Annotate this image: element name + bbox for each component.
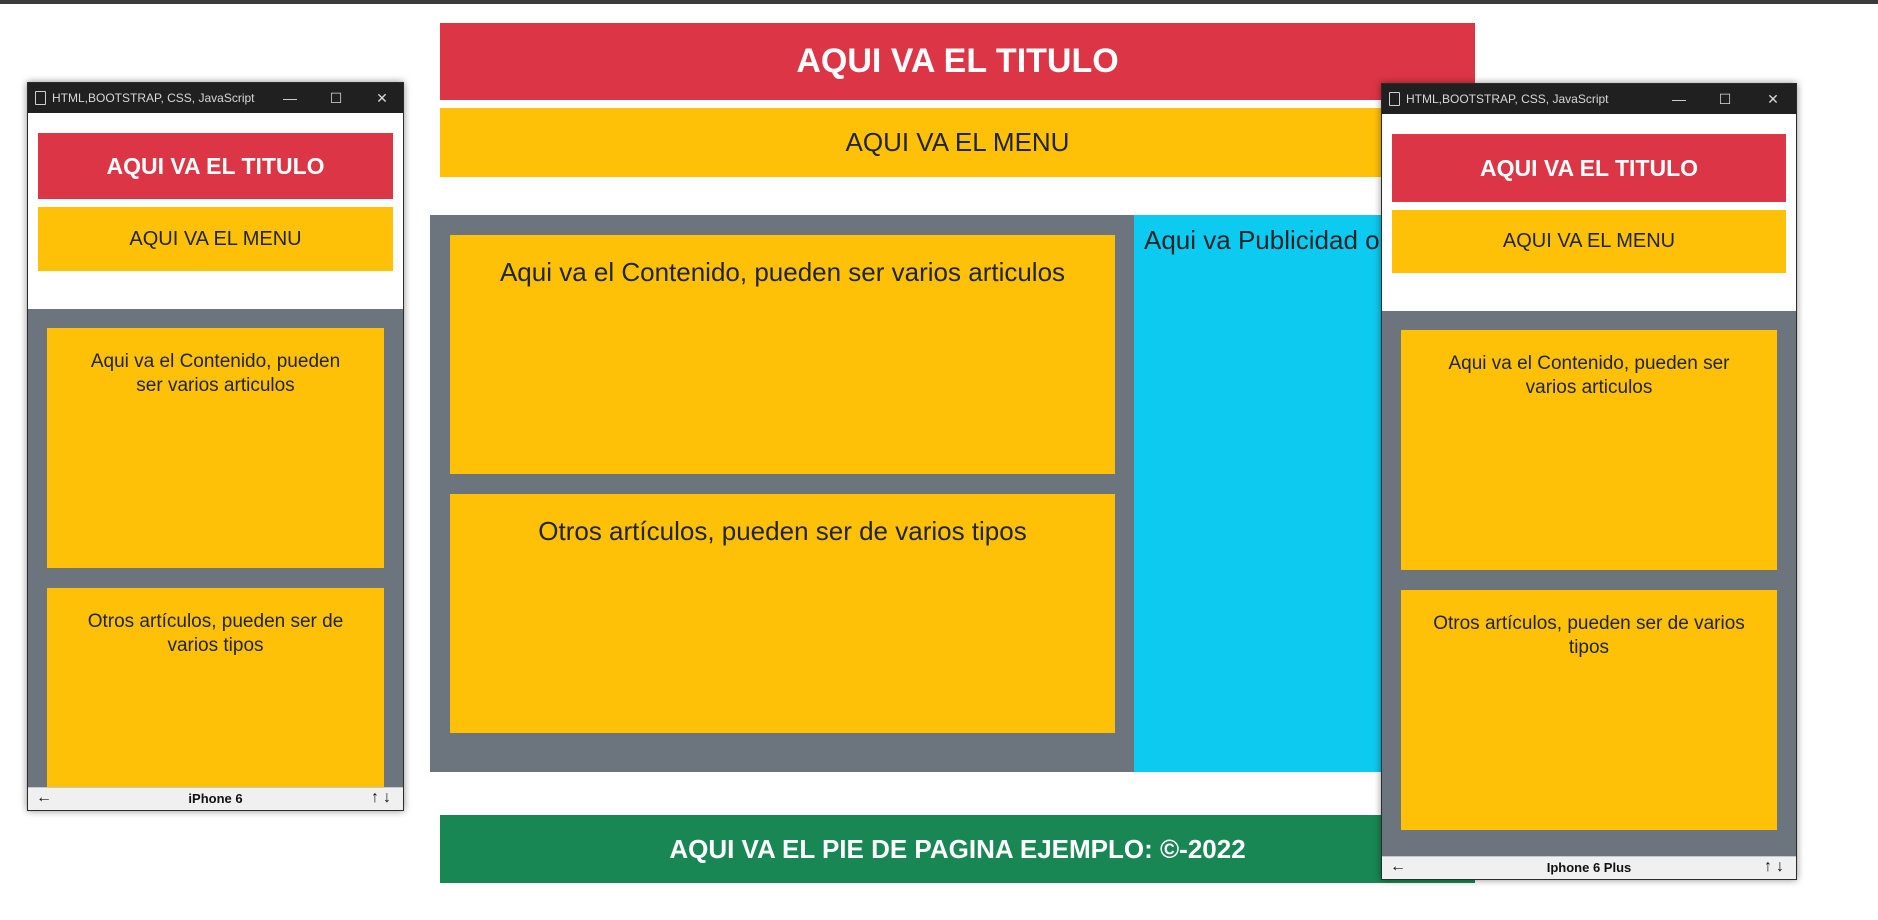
- emulator-window-title: HTML,BOOTSTRAP, CSS, JavaScript: [1406, 92, 1609, 106]
- advertising-aside: Aqui va Publicidad o: [1134, 215, 1384, 772]
- mobile-page-menu[interactable]: AQUI VA EL MENU: [1392, 210, 1786, 273]
- emulator-window-title: HTML,BOOTSTRAP, CSS, JavaScript: [52, 91, 255, 105]
- minimize-icon[interactable]: —: [1668, 88, 1690, 110]
- close-icon[interactable]: ✕: [371, 87, 393, 109]
- device-emulator-iphone6plus[interactable]: HTML,BOOTSTRAP, CSS, JavaScript — ☐ ✕ AQ…: [1381, 83, 1797, 880]
- mobile-article-main: Aqui va el Contenido, pueden ser varios …: [47, 328, 384, 568]
- emulator-screen: AQUI VA EL TITULO AQUI VA EL MENU Aqui v…: [28, 113, 403, 788]
- page-footer: AQUI VA EL PIE DE PAGINA EJEMPLO: ©-2022: [440, 815, 1475, 883]
- page-title: AQUI VA EL TITULO: [440, 23, 1475, 100]
- emulator-footer-bar: ← iPhone 6 ↑↓: [28, 787, 403, 810]
- mobile-article-secondary: Otros artículos, pueden ser de varios ti…: [47, 588, 384, 788]
- mobile-content-section: Aqui va el Contenido, pueden ser varios …: [1382, 311, 1796, 857]
- mobile-article-main: Aqui va el Contenido, pueden ser varios …: [1401, 330, 1777, 570]
- window-top-border: [0, 0, 1878, 4]
- document-icon: [1389, 92, 1400, 106]
- device-emulator-iphone6[interactable]: HTML,BOOTSTRAP, CSS, JavaScript — ☐ ✕ AQ…: [27, 82, 404, 811]
- mobile-page-title: AQUI VA EL TITULO: [1392, 134, 1786, 202]
- mobile-page-title: AQUI VA EL TITULO: [38, 133, 393, 199]
- rotate-arrows-icon[interactable]: ↑↓: [371, 789, 395, 807]
- page-menu[interactable]: AQUI VA EL MENU: [440, 108, 1475, 177]
- maximize-icon[interactable]: ☐: [325, 87, 347, 109]
- rotate-arrows-icon[interactable]: ↑↓: [1764, 858, 1788, 876]
- mobile-page-menu[interactable]: AQUI VA EL MENU: [38, 207, 393, 271]
- device-name: iPhone 6: [188, 791, 243, 806]
- mobile-article-secondary: Otros artículos, pueden ser de varios ti…: [1401, 590, 1777, 830]
- article-secondary: Otros artículos, pueden ser de varios ti…: [450, 494, 1115, 733]
- mobile-content-section: Aqui va el Contenido, pueden ser varios …: [28, 309, 403, 788]
- close-icon[interactable]: ✕: [1762, 88, 1784, 110]
- document-icon: [35, 91, 46, 105]
- minimize-icon[interactable]: —: [279, 87, 301, 109]
- emulator-titlebar[interactable]: HTML,BOOTSTRAP, CSS, JavaScript — ☐ ✕: [1382, 84, 1796, 114]
- content-section: Aqui va el Contenido, pueden ser varios …: [430, 215, 1134, 772]
- device-name: Iphone 6 Plus: [1546, 860, 1632, 875]
- maximize-icon[interactable]: ☐: [1714, 88, 1736, 110]
- article-main: Aqui va el Contenido, pueden ser varios …: [450, 235, 1115, 474]
- emulator-screen: AQUI VA EL TITULO AQUI VA EL MENU Aqui v…: [1382, 114, 1796, 857]
- emulator-titlebar[interactable]: HTML,BOOTSTRAP, CSS, JavaScript — ☐ ✕: [28, 83, 403, 113]
- emulator-footer-bar: ← Iphone 6 Plus ↑↓: [1382, 856, 1796, 879]
